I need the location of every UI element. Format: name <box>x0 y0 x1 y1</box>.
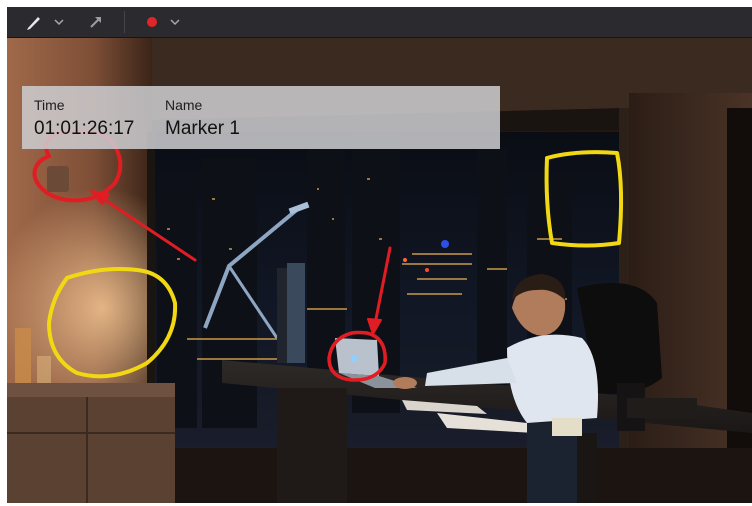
time-label: Time <box>34 97 65 113</box>
arrow-tool-button[interactable] <box>87 7 105 37</box>
red-dot-icon <box>147 17 157 27</box>
name-label: Name <box>165 97 203 113</box>
annotation-toolbar <box>7 7 752 38</box>
color-picker-button[interactable] <box>145 7 159 37</box>
pen-icon <box>27 17 40 30</box>
marker-time-value: 01:01:26:17 <box>34 118 135 139</box>
chevron-down-icon <box>170 19 180 26</box>
marker-name-value: Marker 1 <box>165 118 240 139</box>
viewer-window: Time Name 01:01:26:17 Marker 1 <box>7 7 752 503</box>
video-frame[interactable]: Time Name 01:01:26:17 Marker 1 <box>7 38 752 503</box>
toolbar-divider <box>124 11 125 33</box>
pen-tool-button[interactable] <box>25 7 43 37</box>
pen-dropdown-button[interactable] <box>53 7 65 37</box>
chevron-down-icon <box>54 19 64 26</box>
color-dropdown-button[interactable] <box>169 7 181 37</box>
arrow-icon <box>90 17 101 28</box>
marker-info-panel: Time Name 01:01:26:17 Marker 1 <box>22 86 500 149</box>
